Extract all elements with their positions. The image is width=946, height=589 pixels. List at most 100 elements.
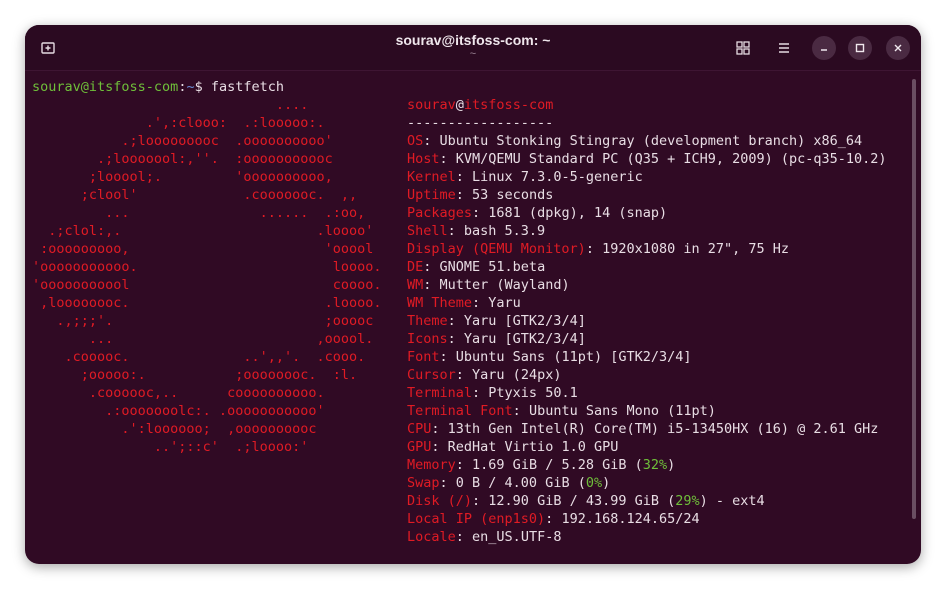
info-percent: 29% xyxy=(675,493,700,509)
info-value: Ubuntu Sans Mono (11pt) xyxy=(528,403,716,419)
logo-line: .coooooc,.. coooooooooo. xyxy=(32,385,325,401)
info-value: Linux 7.3.0-5-generic xyxy=(472,169,643,185)
logo-line: .;clol:,. .loooo' xyxy=(32,223,374,239)
info-row: CPU: 13th Gen Intel(R) Core(TM) i5-13450… xyxy=(407,421,879,437)
minimize-button[interactable] xyxy=(812,36,836,60)
logo-line: 'ooooooooool coooo. xyxy=(32,277,382,293)
info-key: Local IP (enp1s0) xyxy=(407,511,546,527)
info-value: 0 B / 4.00 GiB ( xyxy=(455,475,586,491)
info-value: KVM/QEMU Standard PC (Q35 + ICH9, 2009) … xyxy=(455,151,887,167)
logo-line: .;looooooooc .oooooooooo' xyxy=(32,133,333,149)
info-value: 1920x1080 in 27", 75 Hz xyxy=(602,241,790,257)
info-row: Packages: 1681 (dpkg), 14 (snap) xyxy=(407,205,668,221)
info-key: WM Theme xyxy=(407,295,473,311)
info-row: Terminal: Ptyxis 50.1 xyxy=(407,385,578,401)
tabs-overview-button[interactable] xyxy=(729,34,757,62)
logo-line: .,;;;'. ;ooooc xyxy=(32,313,374,329)
info-header: sourav@itsfoss-com xyxy=(407,97,554,113)
info-value: Yaru (24px) xyxy=(472,367,562,383)
logo-line: ... ,ooool. xyxy=(32,331,374,347)
close-icon xyxy=(894,44,902,52)
title-bar[interactable]: sourav@itsfoss-com: ~ ~ xyxy=(25,25,921,71)
info-value-tail: ) - ext4 xyxy=(699,493,765,509)
scrollbar[interactable] xyxy=(912,79,916,519)
info-percent: 0% xyxy=(585,475,603,491)
info-row: Cursor: Yaru (24px) xyxy=(407,367,562,383)
info-value: 53 seconds xyxy=(472,187,554,203)
info-row: Locale: en_US.UTF-8 xyxy=(407,529,562,545)
info-key: Theme xyxy=(407,313,448,329)
logo-line: 'ooooooooooo. loooo. xyxy=(32,259,382,275)
logo-line: .':loooooo; ,oooooooooc xyxy=(32,421,317,437)
info-key: Disk (/) xyxy=(407,493,473,509)
info-key: Uptime xyxy=(407,187,456,203)
info-row: Icons: Yaru [GTK2/3/4] xyxy=(407,331,586,347)
info-value-tail: ) xyxy=(667,457,676,473)
minimize-icon xyxy=(821,49,827,51)
terminal-output[interactable]: sourav@itsfoss-com:~$ fastfetch .... .',… xyxy=(32,78,912,558)
close-button[interactable] xyxy=(886,36,910,60)
info-value: 12.90 GiB / 43.99 GiB ( xyxy=(488,493,676,509)
info-separator: ------------------ xyxy=(407,115,554,131)
info-key: Font xyxy=(407,349,440,365)
info-row: Shell: bash 5.3.9 xyxy=(407,223,546,239)
info-row: WM Theme: Yaru xyxy=(407,295,521,311)
logo-line: :ooooooooo, 'ooool xyxy=(32,241,374,257)
info-key: Locale xyxy=(407,529,456,545)
info-row: Theme: Yaru [GTK2/3/4] xyxy=(407,313,586,329)
info-key: Terminal xyxy=(407,385,473,401)
info-row: GPU: RedHat Virtio 1.0 GPU xyxy=(407,439,619,455)
info-value-tail: ) xyxy=(602,475,611,491)
info-value: Ubuntu Stonking Stingray (development br… xyxy=(439,133,863,149)
info-key: CPU xyxy=(407,421,432,437)
logo-line: ,loooooooc. .loooo. xyxy=(32,295,382,311)
info-key: GPU xyxy=(407,439,432,455)
info-row: Uptime: 53 seconds xyxy=(407,187,554,203)
info-row: Local IP (enp1s0): 192.168.124.65/24 xyxy=(407,511,700,527)
info-row: Disk (/): 12.90 GiB / 43.99 GiB (29%) - … xyxy=(407,493,765,509)
info-key: DE xyxy=(407,259,424,275)
info-key: Packages xyxy=(407,205,473,221)
logo-line: ... ...... .:oo, xyxy=(32,205,366,221)
info-row: DE: GNOME 51.beta xyxy=(407,259,546,275)
info-value: bash 5.3.9 xyxy=(463,223,546,239)
info-value: Yaru xyxy=(488,295,521,311)
info-row: Kernel: Linux 7.3.0-5-generic xyxy=(407,169,643,185)
info-value: 192.168.124.65/24 xyxy=(561,511,700,527)
info-key: Host xyxy=(407,151,440,167)
tabs-overview-icon xyxy=(736,41,750,55)
info-value: Yaru [GTK2/3/4] xyxy=(463,313,586,329)
info-value: Ptyxis 50.1 xyxy=(488,385,578,401)
info-key: Kernel xyxy=(407,169,456,185)
maximize-icon xyxy=(855,43,865,53)
info-row: Font: Ubuntu Sans (11pt) [GTK2/3/4] xyxy=(407,349,692,365)
info-value: Yaru [GTK2/3/4] xyxy=(463,331,586,347)
logo-line: ;clool' .cooooooc. ,, xyxy=(32,187,358,203)
info-key: Display (QEMU Monitor) xyxy=(407,241,586,257)
prompt-dir: ~ xyxy=(186,79,195,95)
info-row: OS: Ubuntu Stonking Stingray (developmen… xyxy=(407,133,863,149)
prompt-symbol: $ xyxy=(194,79,211,95)
info-value: Mutter (Wayland) xyxy=(439,277,570,293)
maximize-button[interactable] xyxy=(848,36,872,60)
logo-line: ;looool;. 'oooooooooo, xyxy=(32,169,333,185)
terminal-window: sourav@itsfoss-com: ~ ~ sourav@itsfoss-c… xyxy=(25,25,921,564)
info-value: en_US.UTF-8 xyxy=(472,529,562,545)
info-value: Ubuntu Sans (11pt) [GTK2/3/4] xyxy=(455,349,692,365)
menu-button[interactable] xyxy=(770,34,798,62)
info-row: Swap: 0 B / 4.00 GiB (0%) xyxy=(407,475,611,491)
info-value: 1681 (dpkg), 14 (snap) xyxy=(488,205,668,221)
command-prompt: sourav@itsfoss-com:~$ fastfetch xyxy=(32,78,284,96)
logo-line: .;looooool:,''. :ooooooooooc xyxy=(32,151,333,167)
info-value: GNOME 51.beta xyxy=(439,259,546,275)
info-key: Cursor xyxy=(407,367,456,383)
logo-line: .cooooc. ..',,'. .cooo. xyxy=(32,349,366,365)
info-row: Host: KVM/QEMU Standard PC (Q35 + ICH9, … xyxy=(407,151,887,167)
logo-line: .... xyxy=(32,97,309,113)
prompt-user-host: sourav@itsfoss-com xyxy=(32,79,179,95)
info-row: Display (QEMU Monitor): 1920x1080 in 27"… xyxy=(407,241,790,257)
info-key: Terminal Font xyxy=(407,403,513,419)
info-value: 1.69 GiB / 5.28 GiB ( xyxy=(472,457,643,473)
system-info: sourav@itsfoss-com ------------------ OS… xyxy=(407,96,907,546)
prompt-command: fastfetch xyxy=(210,79,285,95)
